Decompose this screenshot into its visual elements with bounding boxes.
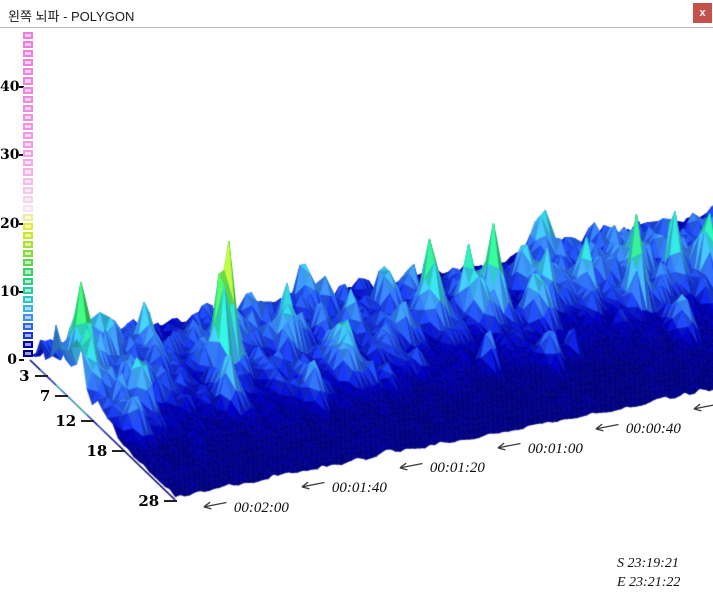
recording-end-time: E 23:21:22 <box>617 575 680 591</box>
close-button[interactable]: x <box>693 3 712 23</box>
close-icon: x <box>699 7 705 19</box>
surface-mesh-canvas <box>0 0 713 595</box>
window-title: 왼쪽 뇌파 - POLYGON <box>8 6 134 25</box>
recording-start-time: S 23:19:21 <box>617 556 679 572</box>
title-bar[interactable]: 왼쪽 뇌파 - POLYGON x <box>0 0 713 28</box>
eeg-polygon-window: 왼쪽 뇌파 - POLYGON x 0102030403712182800:02… <box>0 0 713 595</box>
